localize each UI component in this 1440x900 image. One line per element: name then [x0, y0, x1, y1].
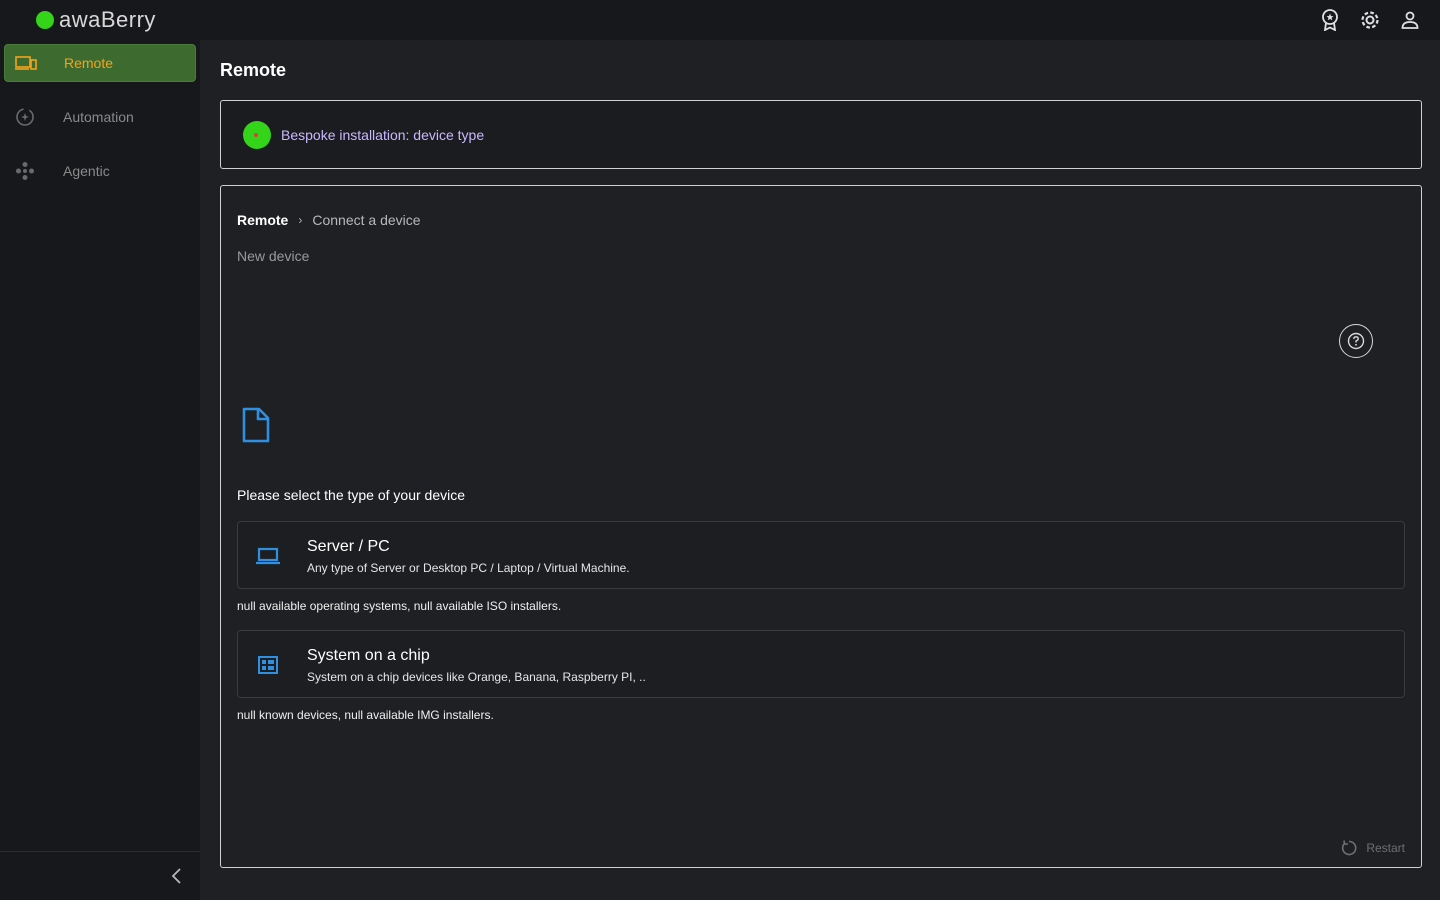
sidebar-item-label: Agentic [63, 163, 110, 179]
sidebar-item-label: Automation [63, 109, 134, 125]
top-bar [200, 0, 1440, 40]
option-server-pc[interactable]: Server / PC Any type of Server or Deskto… [237, 521, 1405, 589]
option-note: null available operating systems, null a… [237, 599, 562, 613]
option-note: null known devices, null available IMG i… [237, 708, 494, 722]
sidebar-item-automation[interactable]: Automation [4, 98, 196, 136]
option-title: Server / PC [307, 538, 390, 555]
sidebar-item-label: Remote [64, 55, 114, 71]
option-description: Any type of Server or Desktop PC / Lapto… [307, 561, 630, 575]
sidebar-footer [0, 851, 200, 900]
breadcrumb-current: Connect a device [312, 212, 421, 228]
option-title: System on a chip [307, 647, 430, 664]
restart-button[interactable]: Restart [1340, 839, 1405, 857]
breadcrumb: Remote › Connect a device [237, 212, 421, 228]
agentic-icon [14, 160, 36, 182]
device-type-prompt: Please select the type of your device [237, 487, 466, 503]
devices-icon [15, 52, 37, 74]
chevron-left-icon[interactable] [166, 866, 186, 886]
status-banner: Bespoke installation: device type [220, 100, 1422, 169]
chip-icon [255, 653, 281, 677]
page-title: Remote [220, 60, 287, 80]
app-name: awaBerry [59, 7, 156, 32]
option-description: System on a chip devices like Orange, Ba… [307, 670, 646, 684]
user-icon[interactable] [1398, 8, 1422, 32]
section-subtitle: New device [237, 248, 310, 264]
option-system-on-chip[interactable]: System on a chip System on a chip device… [237, 630, 1405, 698]
breadcrumb-root[interactable]: Remote [237, 212, 288, 228]
help-icon[interactable] [1339, 324, 1373, 358]
chevron-right-icon: › [298, 213, 303, 227]
restart-label: Restart [1366, 841, 1405, 855]
gear-icon[interactable] [1358, 8, 1382, 32]
logo-dot [36, 11, 54, 29]
document-icon [241, 407, 273, 443]
status-text: Bespoke installation: device type [281, 126, 485, 143]
automation-icon [14, 106, 36, 128]
laptop-icon [255, 544, 281, 568]
sidebar-item-remote[interactable]: Remote [4, 44, 196, 82]
restart-icon [1342, 840, 1357, 856]
top-bar-actions [1318, 8, 1422, 32]
sidebar: awaBerry Remote Automation Agentic [0, 0, 200, 900]
status-indicator [243, 120, 271, 149]
sidebar-item-agentic[interactable]: Agentic [4, 152, 196, 190]
wizard-panel: Remote › Connect a device New device Ple… [220, 185, 1422, 868]
badge-icon[interactable] [1318, 8, 1342, 32]
sidebar-nav: Remote Automation Agentic [0, 40, 200, 190]
app-logo[interactable]: awaBerry [0, 0, 200, 40]
